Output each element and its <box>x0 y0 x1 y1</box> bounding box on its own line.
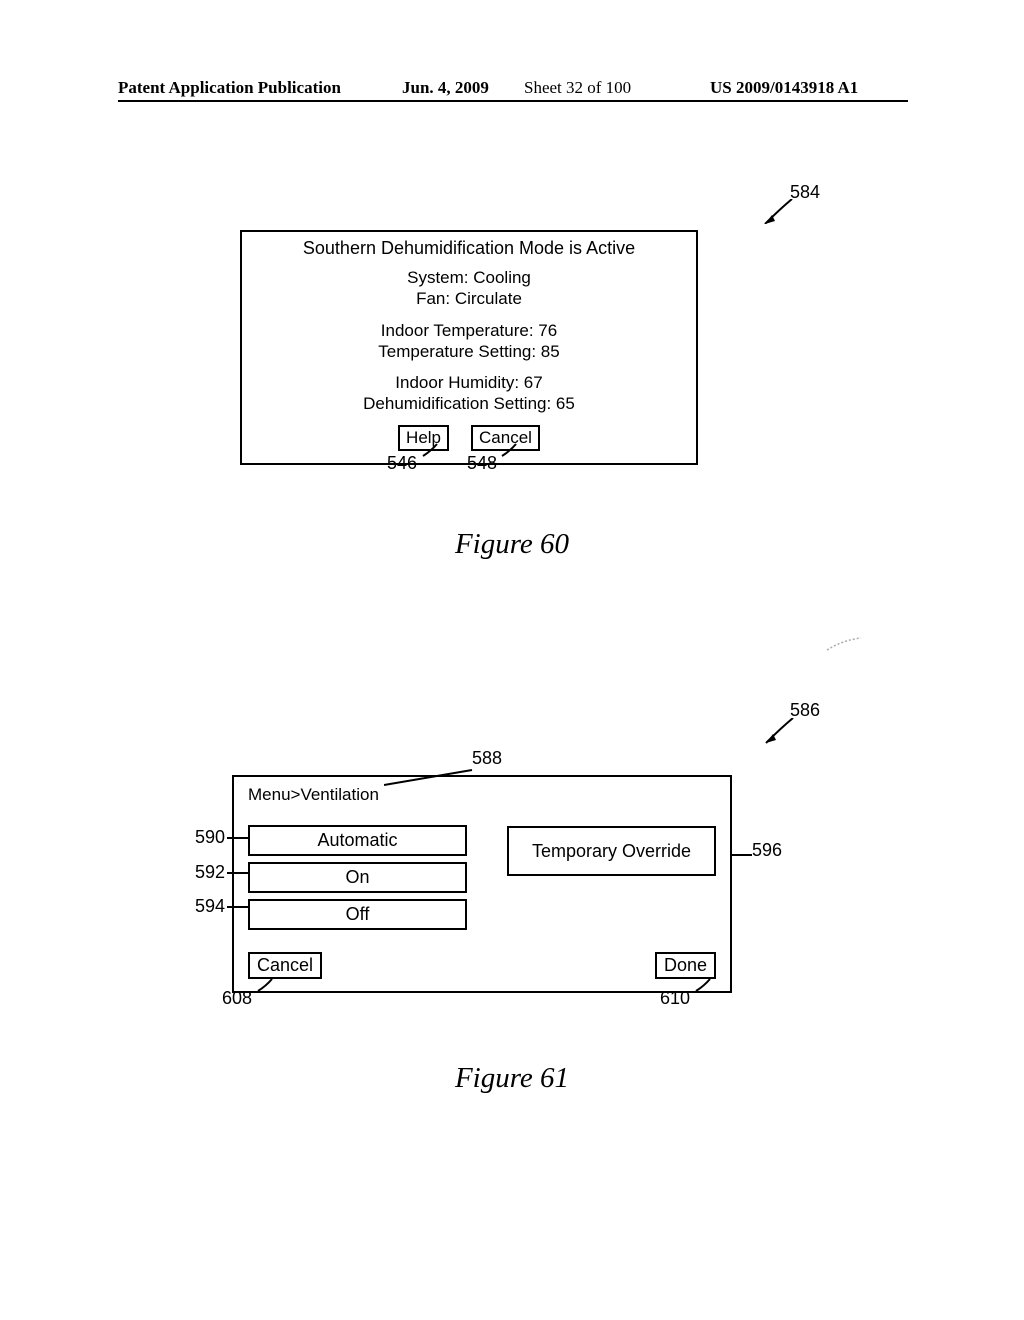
leader-arrow-icon <box>763 718 798 746</box>
breadcrumb: Menu>Ventilation <box>248 785 716 805</box>
ref-590: 590 <box>195 827 225 848</box>
ref-588: 588 <box>472 748 502 769</box>
automatic-option[interactable]: Automatic <box>248 825 467 856</box>
sheet-number: Sheet 32 of 100 <box>524 78 631 98</box>
publication-date: Jun. 4, 2009 <box>402 78 489 98</box>
leader-tick-icon <box>730 849 754 861</box>
figure-61-caption: Figure 61 <box>0 1062 1024 1095</box>
ref-608: 608 <box>222 988 252 1009</box>
dehum-setting-line: Dehumidification Setting: 65 <box>252 393 686 414</box>
ref-596: 596 <box>752 840 782 861</box>
humidity-group: Indoor Humidity: 67 Dehumidification Set… <box>252 372 686 415</box>
ventilation-menu-screen: Menu>Ventilation Automatic On Off Tempor… <box>232 775 732 993</box>
system-status-group: System: Cooling Fan: Circulate <box>252 267 686 310</box>
temporary-override-option[interactable]: Temporary Override <box>507 826 716 876</box>
ref-546: 546 <box>387 453 417 474</box>
system-line: System: Cooling <box>252 267 686 288</box>
indoor-temp-line: Indoor Temperature: 76 <box>252 320 686 341</box>
leader-tick-icon <box>227 867 251 879</box>
stray-mark-icon <box>825 636 865 654</box>
leader-tick-icon <box>227 901 251 913</box>
temp-setting-line: Temperature Setting: 85 <box>252 341 686 362</box>
publication-label: Patent Application Publication <box>118 78 341 98</box>
ref-592: 592 <box>195 862 225 883</box>
off-option[interactable]: Off <box>248 899 467 930</box>
ref-548: 548 <box>467 453 497 474</box>
leader-tick-icon <box>421 443 441 457</box>
on-option[interactable]: On <box>248 862 467 893</box>
leader-tick-icon <box>694 978 714 992</box>
leader-tick-icon <box>256 978 276 992</box>
leader-tick-icon <box>500 443 520 457</box>
cancel-button[interactable]: Cancel <box>248 952 322 979</box>
temperature-group: Indoor Temperature: 76 Temperature Setti… <box>252 320 686 363</box>
done-button[interactable]: Done <box>655 952 716 979</box>
indoor-humidity-line: Indoor Humidity: 67 <box>252 372 686 393</box>
header-rule <box>118 100 908 102</box>
figure-60-caption: Figure 60 <box>0 528 1024 561</box>
ref-610: 610 <box>660 988 690 1009</box>
leader-arrow-icon <box>762 199 797 224</box>
ref-594: 594 <box>195 896 225 917</box>
leader-tick-icon <box>227 832 251 844</box>
publication-number: US 2009/0143918 A1 <box>710 78 858 98</box>
dehumidification-status-screen: Southern Dehumidification Mode is Active… <box>240 230 698 465</box>
screen-title: Southern Dehumidification Mode is Active <box>252 238 686 259</box>
fan-line: Fan: Circulate <box>252 288 686 309</box>
